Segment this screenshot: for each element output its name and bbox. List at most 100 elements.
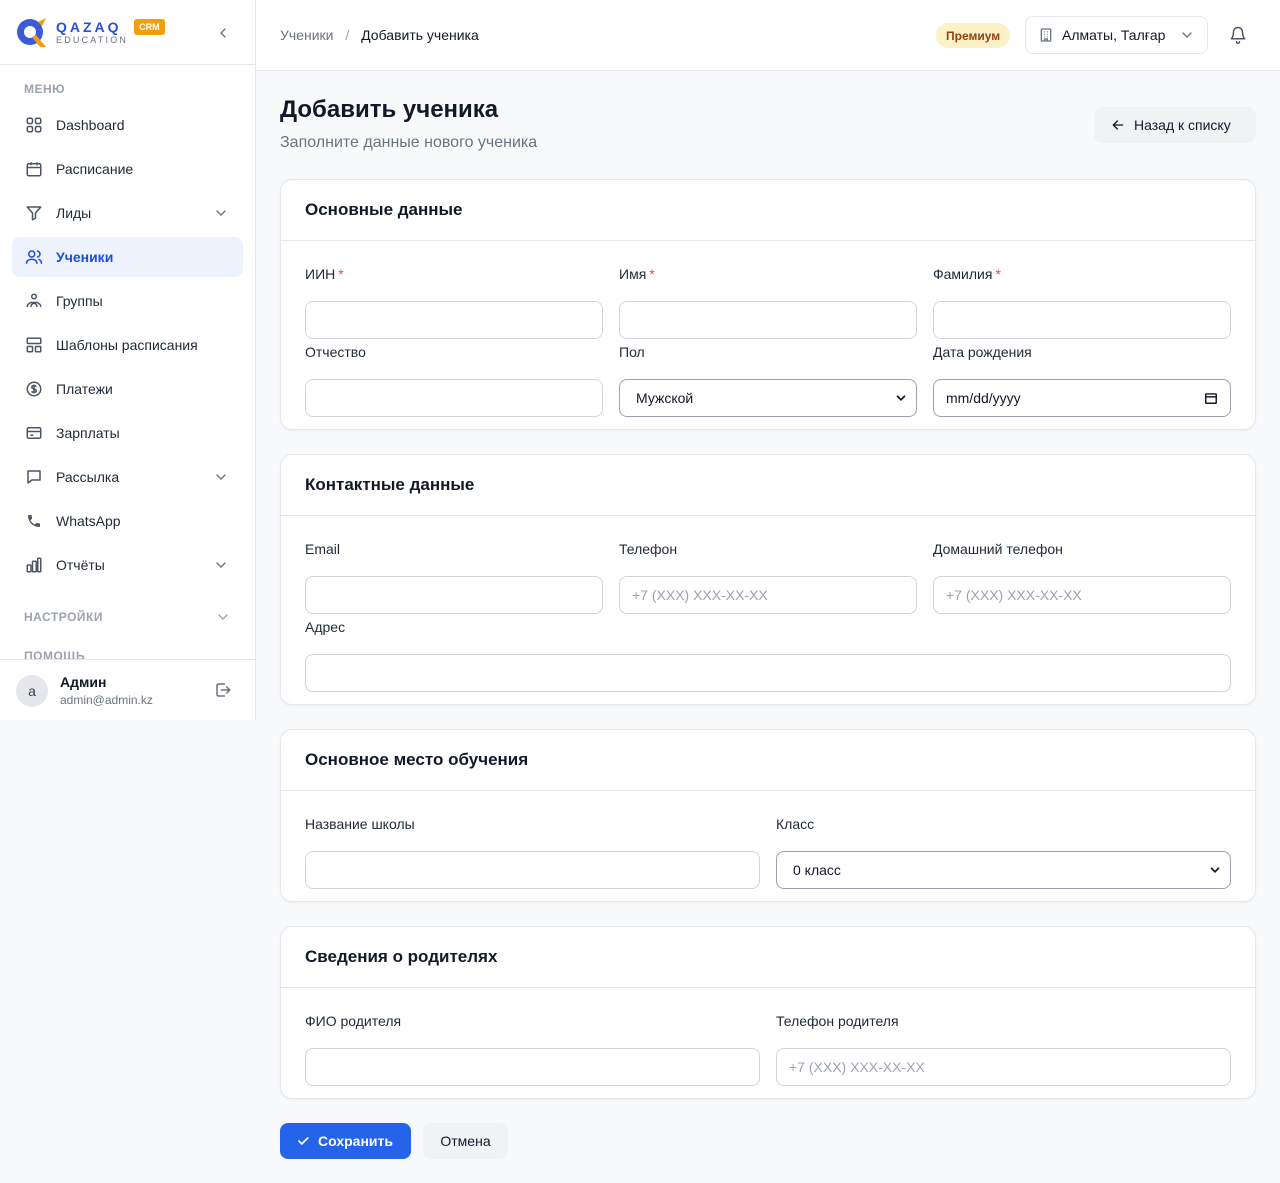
chevron-left-icon: [220, 28, 226, 38]
parent-name-input[interactable]: [305, 1048, 760, 1086]
iin-input[interactable]: [305, 301, 603, 339]
phone-input[interactable]: +7 (XXX) XXX-XX-XX: [619, 576, 917, 614]
sidebar-item-whatsapp[interactable]: WhatsApp: [12, 501, 243, 541]
school-info-card: Основное место обучения Название школы К…: [280, 729, 1256, 902]
parents-info-card: Сведения о родителях ФИО родителя Телефо…: [280, 926, 1256, 1099]
last-name-input[interactable]: [933, 301, 1231, 339]
grade-field-group: Класс 0 класс: [776, 816, 1231, 889]
phone-icon: [24, 511, 44, 531]
card-title: Основное место обучения: [281, 730, 1255, 791]
grade-select[interactable]: 0 класс: [776, 851, 1231, 889]
branch-name: Алматы, Талғар: [1062, 27, 1166, 43]
home-phone-input[interactable]: +7 (XXX) XXX-XX-XX: [933, 576, 1231, 614]
chart-icon: [24, 555, 44, 575]
field-label: Отчество: [305, 344, 366, 360]
user-name: Админ: [60, 674, 107, 690]
email-input[interactable]: [305, 576, 603, 614]
gender-select-value: Мужской: [636, 390, 694, 406]
parent-name-field-group: ФИО родителя: [305, 1013, 760, 1086]
sidebar-item-label: Отчёты: [56, 557, 105, 573]
sidebar-item-salaries[interactable]: Зарплаты: [12, 413, 243, 453]
field-label: Пол: [619, 344, 645, 360]
card-icon: [24, 423, 44, 443]
patronymic-input[interactable]: [305, 379, 603, 417]
calendar-icon: [1205, 393, 1217, 404]
breadcrumb-parent-link[interactable]: Ученики: [280, 27, 333, 43]
field-label: Email: [305, 541, 341, 557]
sidebar-item-label: WhatsApp: [56, 513, 121, 529]
sidebar-item-label: Зарплаты: [56, 425, 120, 441]
school-name-input[interactable]: [305, 851, 760, 889]
field-label: Дата рождения: [933, 344, 1032, 360]
first-name-field-group: Имя *: [619, 266, 917, 339]
logout-icon: [216, 683, 231, 697]
required-mark: *: [338, 266, 344, 282]
sidebar-item-payments[interactable]: Платежи: [12, 369, 243, 409]
brand-subtitle: EDUCATION: [56, 34, 129, 45]
required-mark: *: [995, 266, 1001, 282]
check-icon: [296, 1134, 310, 1148]
save-button[interactable]: Сохранить: [280, 1123, 411, 1159]
field-label: Телефон: [619, 541, 678, 557]
address-field-group: Адрес: [305, 619, 1231, 692]
user-panel: a Админ admin@admin.kz: [0, 659, 255, 720]
home-phone-field-group: Домашний телефон +7 (XXX) XXX-XX-XX: [933, 541, 1231, 614]
card-title: Сведения о родителях: [281, 927, 1255, 988]
email-field-group: Email: [305, 541, 603, 614]
dollar-icon: [24, 379, 44, 399]
first-name-input[interactable]: [619, 301, 917, 339]
birthdate-placeholder: mm/dd/yyyy: [946, 390, 1021, 406]
save-label: Сохранить: [318, 1133, 393, 1149]
basic-info-card: Основные данные ИИН * Имя * Фамилия * Отчес…: [280, 179, 1256, 430]
sidebar-item-schedule-templates[interactable]: Шаблоны расписания: [12, 325, 243, 365]
breadcrumb-separator: /: [345, 27, 350, 43]
birthdate-input[interactable]: mm/dd/yyyy: [933, 379, 1231, 417]
plan-badge: Премиум: [936, 23, 1011, 48]
field-label: Адрес: [305, 619, 346, 635]
page-subtitle: Заполните данные нового ученика: [280, 134, 538, 151]
address-input[interactable]: [305, 654, 1231, 692]
sidebar-item-reports[interactable]: Отчёты: [12, 545, 243, 585]
school-name-field-group: Название школы: [305, 816, 760, 889]
field-label: ИИН: [305, 266, 336, 282]
notifications-button[interactable]: [1228, 25, 1248, 45]
crm-badge: CRM: [134, 19, 165, 35]
arrow-left-icon: [1110, 117, 1126, 133]
card-title: Основные данные: [281, 180, 1255, 241]
field-label: ФИО родителя: [305, 1013, 402, 1029]
branch-selector[interactable]: Алматы, Талғар: [1025, 16, 1208, 54]
field-label: Класс: [776, 816, 815, 832]
sidebar-item-dashboard[interactable]: Dashboard: [12, 105, 243, 145]
chevron-down-icon: [1182, 32, 1192, 38]
iin-field-group: ИИН *: [305, 266, 603, 339]
back-to-list-label: Назад к списку: [1134, 117, 1231, 133]
sidebar-item-leads[interactable]: Лиды: [12, 193, 243, 233]
chevron-down-icon: [211, 467, 231, 487]
back-to-list-button[interactable]: Назад к списку: [1094, 107, 1256, 143]
sidebar-item-mailing[interactable]: Рассылка: [12, 457, 243, 497]
parent-phone-field-group: Телефон родителя +7 (XXX) XXX-XX-XX: [776, 1013, 1231, 1086]
sidebar-item-groups[interactable]: Группы: [12, 281, 243, 321]
field-label: Домашний телефон: [933, 541, 1063, 557]
qazaq-logo-icon: [16, 16, 52, 48]
users-icon: [24, 247, 44, 267]
gender-field-group: Пол Мужской: [619, 344, 917, 417]
gender-select[interactable]: Мужской: [619, 379, 917, 417]
logout-button[interactable]: [213, 680, 233, 700]
parent-phone-input[interactable]: +7 (XXX) XXX-XX-XX: [776, 1048, 1231, 1086]
field-label: Название школы: [305, 816, 415, 832]
phone-field-group: Телефон +7 (XXX) XXX-XX-XX: [619, 541, 917, 614]
sidebar-item-schedule[interactable]: Расписание: [12, 149, 243, 189]
card-title: Контактные данные: [281, 455, 1255, 516]
contact-info-card: Контактные данные Email Телефон +7 (XXX)…: [280, 454, 1256, 705]
page-title: Добавить ученика: [280, 96, 499, 123]
brand-logo[interactable]: QAZAQ EDUCATION CRM: [16, 16, 165, 48]
settings-chevron-down-icon[interactable]: [213, 607, 233, 627]
chat-icon: [24, 467, 44, 487]
grade-select-value: 0 класс: [793, 862, 841, 878]
required-mark: *: [649, 266, 655, 282]
sidebar-item-students[interactable]: Ученики: [12, 237, 243, 277]
settings-section-label[interactable]: НАСТРОЙКИ: [24, 610, 103, 624]
collapse-sidebar-button[interactable]: [213, 23, 233, 43]
cancel-button[interactable]: Отмена: [423, 1123, 508, 1159]
